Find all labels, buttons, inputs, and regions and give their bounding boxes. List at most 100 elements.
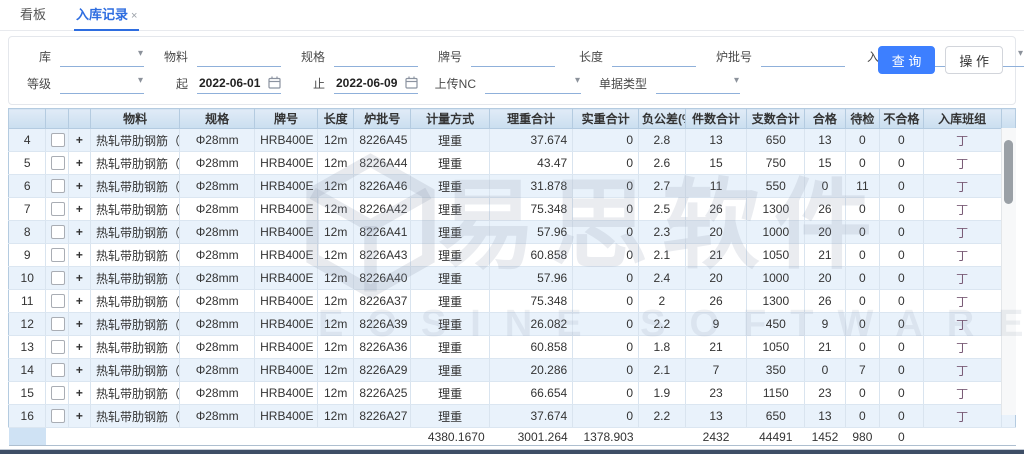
cell-col-9: 66.654	[490, 382, 573, 405]
cell-col-13: 1050	[747, 336, 805, 359]
cell-col-5: HRB400E	[255, 244, 318, 267]
filter-select-doc-type[interactable]: ▾	[656, 74, 740, 94]
filter-label-grade: 等级	[21, 75, 51, 92]
filter-input-length[interactable]	[612, 47, 696, 67]
date-value-date-from: 2022-06-01	[197, 76, 260, 90]
filter-input-spec[interactable]	[334, 47, 418, 67]
filter-field-spec: 规格	[295, 47, 418, 67]
expand-row-icon[interactable]: +	[76, 156, 83, 170]
expand-row-icon[interactable]: +	[76, 294, 83, 308]
expand-cell: +	[68, 336, 90, 359]
cell-col-12: 11	[685, 175, 747, 198]
cell-col-15: 0	[845, 129, 879, 152]
calendar-icon[interactable]	[268, 76, 281, 89]
row-index: 12	[9, 313, 46, 336]
cell-col-6: 12m	[317, 359, 353, 382]
expand-row-icon[interactable]: +	[76, 225, 83, 239]
expand-row-icon[interactable]: +	[76, 271, 83, 285]
query-button[interactable]: 查 询	[878, 46, 936, 74]
expand-row-icon[interactable]: +	[76, 179, 83, 193]
expand-row-icon[interactable]: +	[76, 340, 83, 354]
cell-col-16: 0	[880, 290, 924, 313]
cell-col-13: 650	[747, 405, 805, 428]
filter-select-warehouse[interactable]: ▾	[60, 47, 144, 67]
cell-col-3: 热轧带肋钢筋（抗震）	[91, 336, 180, 359]
cell-col-12: 20	[685, 221, 747, 244]
filter-select-upload-nc[interactable]: ▾	[485, 74, 581, 94]
tab-dashboard[interactable]: 看板	[18, 0, 48, 30]
filter-select-grade[interactable]: ▾	[60, 74, 144, 94]
filter-input-material[interactable]	[197, 47, 281, 67]
row-checkbox[interactable]	[51, 340, 65, 354]
column-header-8: 计量方式	[411, 109, 490, 129]
total-col-15: 980	[845, 428, 879, 446]
filter-label-date-from: 起	[158, 75, 188, 92]
cell-col-13: 350	[747, 359, 805, 382]
cell-col-17: 丁	[923, 152, 1001, 175]
total-empty-1	[46, 428, 68, 446]
filter-label-upload-nc: 上传NC	[432, 75, 476, 92]
filter-buttons: 查 询 操 作	[878, 46, 1003, 74]
column-header-14: 合格	[805, 109, 846, 129]
filter-label-warehouse: 库	[21, 48, 51, 65]
expand-row-icon[interactable]: +	[76, 363, 83, 377]
filter-date-date-to[interactable]: 2022-06-09	[334, 74, 418, 94]
row-checkbox[interactable]	[51, 133, 65, 147]
cell-col-12: 9	[685, 313, 747, 336]
cell-col-5: HRB400E	[255, 198, 318, 221]
cell-col-5: HRB400E	[255, 129, 318, 152]
cell-col-14: 23	[805, 382, 846, 405]
cell-col-17: 丁	[923, 405, 1001, 428]
row-checkbox[interactable]	[51, 225, 65, 239]
cell-col-12: 26	[685, 290, 747, 313]
row-index: 16	[9, 405, 46, 428]
filter-date-date-from[interactable]: 2022-06-01	[197, 74, 281, 94]
column-header-empty-0	[9, 109, 46, 129]
expand-row-icon[interactable]: +	[76, 317, 83, 331]
cell-col-7: 8226A44	[354, 152, 411, 175]
table-row: 8+热轧带肋钢筋（抗震）Φ28mmHRB400E12m8226A41理重57.9…	[9, 221, 1016, 244]
cell-col-17: 丁	[923, 359, 1001, 382]
row-checkbox[interactable]	[51, 317, 65, 331]
cell-col-11: 2.8	[639, 129, 686, 152]
filter-field-grade: 等级 ▾	[21, 74, 144, 94]
cell-col-14: 21	[805, 336, 846, 359]
tab-inbound-records[interactable]: 入库记录×	[74, 0, 139, 31]
row-checkbox[interactable]	[51, 271, 65, 285]
row-checkbox[interactable]	[51, 248, 65, 262]
calendar-icon[interactable]	[405, 76, 418, 89]
expand-row-icon[interactable]: +	[76, 409, 83, 423]
cell-col-16: 0	[880, 221, 924, 244]
table-row: 10+热轧带肋钢筋（抗震）Φ28mmHRB400E12m8226A40理重57.…	[9, 267, 1016, 290]
expand-row-icon[interactable]: +	[76, 386, 83, 400]
row-checkbox[interactable]	[51, 179, 65, 193]
expand-row-icon[interactable]: +	[76, 133, 83, 147]
table-row: 16+热轧带肋钢筋（抗震）Φ28mmHRB400E12m8226A27理重37.…	[9, 405, 1016, 428]
row-checkbox[interactable]	[51, 386, 65, 400]
filter-input-brand[interactable]	[471, 47, 555, 67]
cell-col-8: 理重	[411, 267, 490, 290]
cell-col-10: 0	[573, 290, 639, 313]
row-checkbox[interactable]	[51, 156, 65, 170]
cell-col-3: 热轧带肋钢筋（抗震）	[91, 405, 180, 428]
expand-row-icon[interactable]: +	[76, 202, 83, 216]
expand-cell: +	[68, 382, 90, 405]
operate-button[interactable]: 操 作	[945, 46, 1003, 74]
scrollbar-thumb[interactable]	[1004, 140, 1013, 204]
cell-col-10: 0	[573, 313, 639, 336]
row-checkbox[interactable]	[51, 202, 65, 216]
cell-col-12: 13	[685, 405, 747, 428]
cell-col-15: 0	[845, 382, 879, 405]
row-checkbox[interactable]	[51, 363, 65, 377]
column-header-7: 炉批号	[354, 109, 411, 129]
table-row: 14+热轧带肋钢筋（抗震）Φ28mmHRB400E12m8226A29理重20.…	[9, 359, 1016, 382]
tab-close-icon[interactable]: ×	[131, 10, 137, 22]
cell-col-16: 0	[880, 244, 924, 267]
expand-row-icon[interactable]: +	[76, 248, 83, 262]
column-header-empty-2	[68, 109, 90, 129]
filter-input-heat-no[interactable]	[761, 47, 845, 67]
row-index: 10	[9, 267, 46, 290]
vertical-scrollbar[interactable]	[1001, 128, 1016, 415]
row-checkbox[interactable]	[51, 409, 65, 423]
row-checkbox[interactable]	[51, 294, 65, 308]
